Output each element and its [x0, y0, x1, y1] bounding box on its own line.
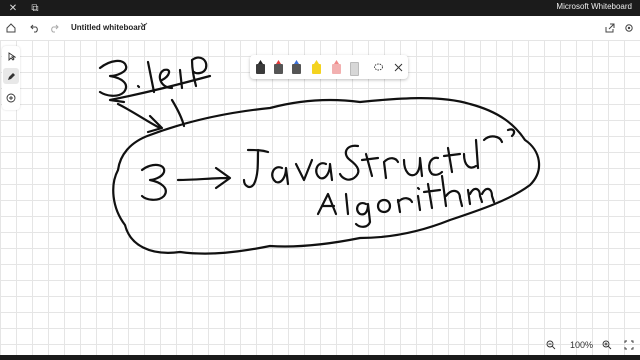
letter-S: [338, 144, 360, 181]
pink-highlighter[interactable]: [332, 60, 341, 74]
fit-to-screen-button[interactable]: [624, 340, 634, 352]
letter-a2: [315, 162, 334, 182]
letter-a1: [271, 166, 290, 186]
letter-l: [344, 192, 350, 216]
close-toolbar-button[interactable]: [392, 61, 404, 73]
fit-screen-icon: [624, 340, 634, 350]
taskbar-edge: [0, 355, 640, 360]
scribble-dot: [136, 84, 141, 89]
letter-r: [382, 157, 400, 180]
pen-icon: [7, 72, 15, 80]
zoom-controls: 100%: [540, 338, 640, 354]
ink-drawing: [98, 56, 541, 255]
number-3: [140, 163, 167, 201]
letter-u: [402, 156, 424, 178]
eraser[interactable]: [350, 60, 359, 76]
letter-t3: [422, 182, 442, 210]
letter-m: [466, 187, 496, 206]
scribble-3: [98, 59, 128, 97]
letter-i: [416, 186, 422, 212]
pointer-icon: [8, 51, 16, 61]
scribble-r: [190, 56, 208, 88]
yellow-highlighter[interactable]: [312, 60, 321, 74]
letter-h: [440, 174, 464, 208]
letter-J: [242, 148, 270, 189]
letter-o: [376, 198, 392, 214]
letter-g: [354, 202, 372, 228]
arrow-right: [176, 166, 232, 190]
letter-A: [316, 192, 338, 216]
lasso-button[interactable]: [372, 61, 384, 73]
plus-icon: [6, 93, 16, 103]
left-tool-rail: [2, 46, 20, 110]
letter-r2: [482, 135, 504, 144]
add-button[interactable]: [3, 90, 19, 106]
letter-t2: [442, 146, 462, 174]
red-pen[interactable]: [274, 60, 283, 74]
zoom-in-button[interactable]: [602, 340, 612, 352]
ink-toolbar: [250, 55, 408, 79]
scribble-i: [178, 68, 184, 90]
letter-v: [294, 158, 314, 182]
lasso-icon: [373, 63, 383, 70]
scribble-l: [146, 60, 156, 94]
zoom-out-button[interactable]: [546, 340, 556, 352]
blue-pen[interactable]: [292, 60, 301, 74]
letter-r3: [396, 197, 414, 214]
close-icon: [394, 63, 402, 71]
letter-u2: [462, 138, 480, 170]
zoom-out-icon: [546, 340, 556, 350]
zoom-in-icon: [602, 340, 612, 350]
black-pen[interactable]: [256, 60, 265, 74]
ink-tool-button[interactable]: [3, 68, 19, 84]
select-tool-button[interactable]: [3, 48, 19, 64]
letter-c: [428, 156, 444, 176]
letter-e-end: [506, 128, 516, 138]
letter-t: [360, 152, 380, 178]
zoom-level[interactable]: 100%: [570, 340, 593, 350]
